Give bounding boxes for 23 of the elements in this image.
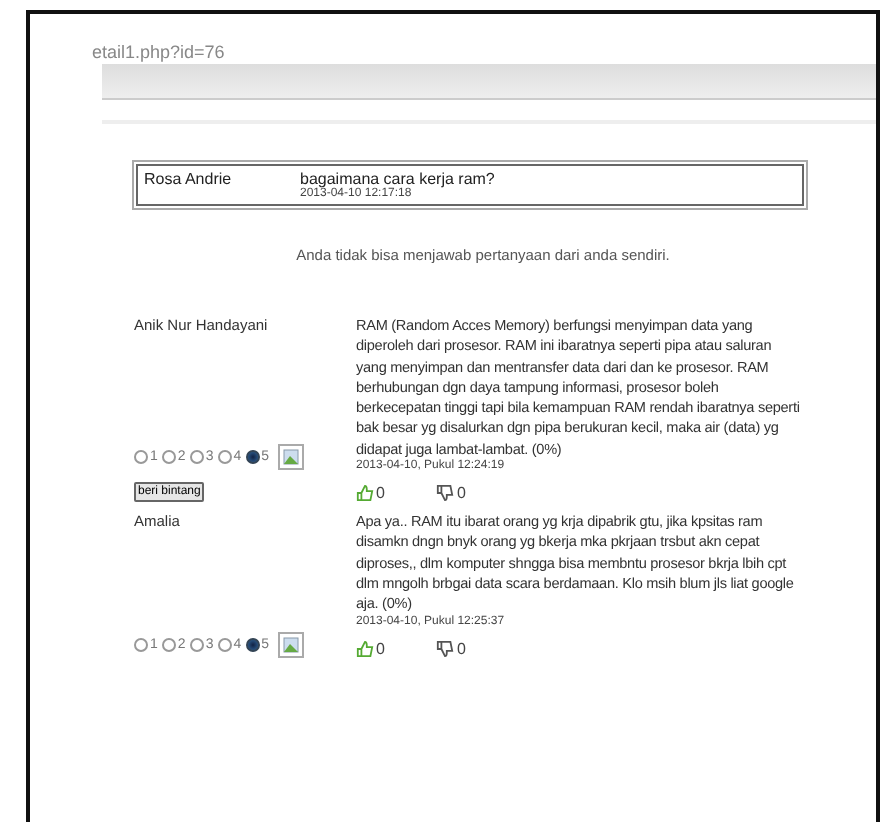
- thumbs-down-icon[interactable]: [436, 484, 455, 503]
- like-count: 0: [376, 639, 385, 658]
- rating-radio[interactable]: [217, 637, 232, 652]
- rating-radio[interactable]: [217, 450, 232, 465]
- address-text: etail1.php?id=76: [90, 42, 227, 64]
- rating-radio[interactable]: [189, 637, 204, 652]
- broken-image-icon: [277, 444, 304, 471]
- broken-image-icon: [277, 631, 304, 658]
- thumbs-up-icon[interactable]: [356, 484, 374, 503]
- question-text: bagaimana cara kerja ram?: [300, 170, 495, 188]
- rating-radio[interactable]: [245, 450, 260, 465]
- thumbs-down-icon[interactable]: [436, 639, 455, 658]
- rating-radio[interactable]: [161, 637, 176, 652]
- rating-radio[interactable]: [189, 450, 204, 465]
- rating-radio[interactable]: [134, 637, 148, 652]
- question-author: Rosa Andrie: [144, 170, 234, 192]
- thumbs-up-icon[interactable]: [356, 639, 374, 658]
- dislike-count: 0: [456, 639, 466, 658]
- like-count: 0: [376, 484, 385, 503]
- dislike-count: 0: [456, 484, 466, 503]
- rating-radio[interactable]: [245, 637, 260, 652]
- rating-radio[interactable]: [134, 450, 148, 465]
- rating-radio[interactable]: [161, 450, 176, 465]
